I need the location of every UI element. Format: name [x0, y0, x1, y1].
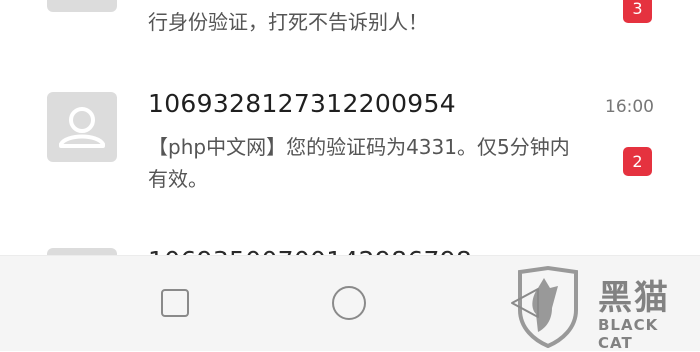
home-button[interactable] [331, 285, 367, 325]
message-time: 16:00 [605, 97, 654, 117]
avatar [47, 248, 117, 255]
watermark-title: 黑猫 [598, 278, 670, 318]
recent-apps-button[interactable] [160, 288, 190, 322]
message-row[interactable]: 10693281273122009​54 16:00 【php中文网】您的验证码… [0, 75, 700, 215]
message-preview: 【php中文网】您的验证码为4331。仅5分钟内有效。 [148, 135, 570, 191]
black-cat-watermark: 黑猫 BLACK CAT [508, 264, 698, 352]
sender-number: 10693281273122009​54 [148, 89, 456, 118]
avatar [47, 0, 117, 12]
avatar [47, 92, 117, 162]
circle-icon [332, 286, 366, 320]
unread-badge: 2 [623, 147, 652, 176]
message-preview: 行身份验证，打死不告诉别人！ [148, 10, 428, 34]
message-list: 行身份验证，打死不告诉别人！ 3 10693281273122009​54 16… [0, 0, 700, 255]
watermark-subtitle: BLACK CAT [598, 316, 659, 352]
unread-badge: 3 [623, 0, 652, 23]
message-row[interactable]: 行身份验证，打死不告诉别人！ 3 [0, 0, 700, 70]
cat-shield-icon [518, 265, 578, 348]
person-silhouette-icon [59, 107, 105, 148]
square-icon [161, 289, 189, 317]
